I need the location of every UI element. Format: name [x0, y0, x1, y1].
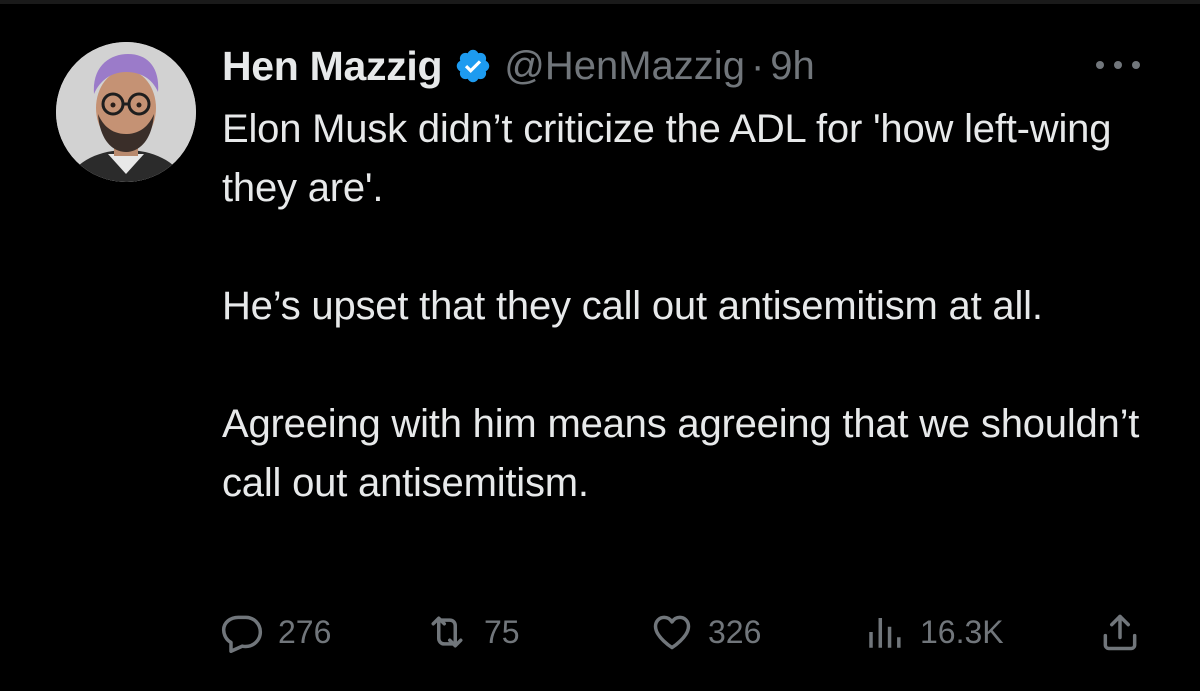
views-count: 16.3K: [920, 613, 1004, 650]
like-button[interactable]: 326: [650, 608, 761, 656]
retweet-button[interactable]: 75: [424, 608, 520, 656]
tweet-timestamp[interactable]: 9h: [770, 44, 815, 89]
tweet-actions-bar: 276 75 326 16.3K: [0, 608, 1200, 656]
share-button[interactable]: [1098, 608, 1142, 656]
retweet-arrows-icon: [431, 616, 463, 648]
author-display-name[interactable]: Hen Mazzig: [222, 43, 443, 90]
separator-dot: ·: [750, 43, 765, 88]
author-handle[interactable]: @HenMazzig: [504, 44, 745, 89]
views-button[interactable]: 16.3K: [864, 608, 1004, 656]
heart-outline-icon: [653, 615, 691, 650]
avatar-image: [56, 42, 196, 182]
tweet-header: Hen Mazzig @HenMazzig · 9h: [222, 38, 815, 94]
tweet-text: Elon Musk didn’t criticize the ADL for '…: [222, 100, 1162, 513]
tweet-paragraph: Elon Musk didn’t criticize the ADL for '…: [222, 107, 1112, 210]
more-dots-icon: [1096, 61, 1104, 69]
avatar[interactable]: [56, 42, 196, 182]
speech-bubble-icon: [221, 615, 263, 653]
retweet-count: 75: [484, 613, 520, 650]
more-options-button[interactable]: [1096, 58, 1140, 72]
like-count: 326: [708, 613, 762, 650]
top-divider: [0, 0, 1200, 4]
reply-count: 276: [278, 613, 332, 650]
tweet-paragraph: Agreeing with him means agreeing that we…: [222, 402, 1140, 505]
verified-badge-icon[interactable]: [454, 47, 492, 85]
bar-chart-icon: [869, 618, 901, 648]
upload-arrow-icon: [1103, 614, 1137, 651]
tweet-paragraph: He’s upset that they call out antisemiti…: [222, 284, 1043, 328]
reply-button[interactable]: 276: [220, 608, 331, 656]
